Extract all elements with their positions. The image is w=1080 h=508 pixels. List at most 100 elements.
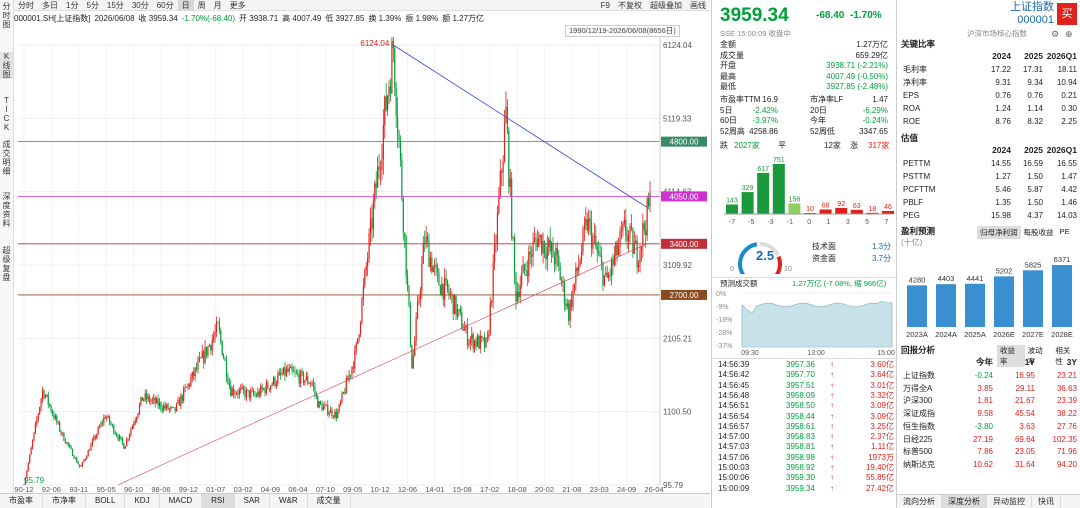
indicator-tab-6[interactable]: SAR [235, 494, 270, 508]
open-value: 开 3938.71 [239, 13, 279, 23]
candle-body [305, 376, 307, 381]
period-tab-7[interactable]: 日 [177, 0, 194, 11]
candle-body [138, 404, 141, 414]
period-tab-10[interactable]: 更多 [226, 0, 250, 11]
indicator-tab-5[interactable]: RSI [202, 494, 235, 508]
candle-body [203, 351, 205, 363]
candle-body [37, 413, 39, 420]
left-tab-3[interactable]: 成 交 明 细 [0, 140, 13, 176]
indicator-tab-4[interactable]: MACD [160, 494, 203, 508]
time-tick-label: 96-10 [124, 485, 143, 493]
candle-body [188, 384, 191, 387]
profit-tab-1[interactable]: 每股收益 [1021, 226, 1057, 239]
candle-body [543, 241, 546, 254]
candle-body [123, 443, 125, 449]
candle-body [501, 170, 503, 173]
period-tab-8[interactable]: 周 [194, 0, 210, 11]
profit-tab-2[interactable]: PE [1057, 226, 1073, 239]
candle-body [101, 422, 104, 424]
f9-button[interactable]: F9 [597, 1, 614, 10]
right-bottom-tab-2[interactable]: 异动监控 [987, 495, 1032, 508]
candle-body [533, 238, 536, 242]
fc-ytick: -9% [716, 304, 728, 311]
tick-price: 3957.36 [786, 360, 815, 369]
candle-body [475, 340, 477, 347]
left-tab-4[interactable]: 深 度 资 料 [0, 192, 13, 228]
quote-info-bar: 000001.SH[上证指数] 2026/06/08 收 3959.34 -1.… [14, 12, 710, 24]
level-label: 2700.00 [670, 291, 699, 300]
candle-body [191, 371, 193, 379]
buy-button[interactable]: 买 [1057, 3, 1077, 25]
time-tick-label: 23-03 [590, 485, 609, 493]
dist-bar-label: 63 [853, 203, 861, 210]
candle-body [57, 422, 59, 423]
period-tab-5[interactable]: 30分 [128, 0, 153, 11]
period-tab-0[interactable]: 分时 [14, 0, 38, 11]
date-range[interactable]: 1990/12/19-2026/06/08(8656日) [565, 25, 680, 37]
period-tab-9[interactable]: 月 [210, 0, 226, 11]
candle-body [599, 253, 601, 257]
candle-body [268, 388, 270, 390]
candle-body [476, 336, 479, 347]
period-tab-4[interactable]: 15分 [103, 0, 128, 11]
dist-bar-label: 46 [884, 204, 892, 211]
valuation-year: 2024 [992, 145, 1011, 155]
time-tick-label: 01-07 [206, 485, 225, 493]
indicator-tab-8[interactable]: 成交量 [308, 494, 351, 508]
breadth-flat: 12家 [824, 141, 841, 150]
stat2-value: 3347.65 [859, 126, 888, 136]
returns-title: 回报分析 [901, 345, 936, 355]
overlay-button[interactable]: 超级叠加 [646, 0, 686, 11]
candle-body [536, 239, 538, 248]
add-icon[interactable]: ⊕ [1065, 29, 1073, 40]
candle-body [41, 390, 44, 400]
period-tab-6[interactable]: 60分 [153, 0, 178, 11]
candle-body [516, 291, 518, 302]
profit-tab-0[interactable]: 归母净利润 [977, 226, 1021, 239]
right-bottom-tab-1[interactable]: 深度分析 [942, 495, 987, 508]
left-tab-2[interactable]: T I C K [0, 96, 13, 132]
left-tab-0[interactable]: 分 时 图 [0, 2, 13, 29]
period-tab-1[interactable]: 多日 [38, 0, 62, 11]
returns-tab-0[interactable]: 收益率 [997, 345, 1025, 367]
candle-body [252, 390, 255, 395]
indicator-tab-7[interactable]: W&R [270, 494, 308, 508]
tick-price: 3958.81 [786, 442, 815, 452]
draw-button[interactable]: 画线 [686, 0, 710, 11]
period-tab-2[interactable]: 1分 [62, 0, 82, 11]
resistance-trendline[interactable] [393, 44, 648, 208]
time-tick-label: 06-04 [288, 485, 307, 493]
settings-icon[interactable]: ⚙ [1051, 29, 1059, 40]
candle-body [402, 198, 404, 233]
kline-chart[interactable]: 6124.045119.334114.633109.922105.211100.… [14, 37, 710, 493]
adjust-button[interactable]: 不复权 [614, 0, 646, 11]
candle-body [414, 340, 416, 356]
candle-body [157, 398, 159, 406]
ratios-value: 1.14 [1027, 104, 1043, 113]
forecast-label: 预测成交额 [720, 279, 758, 288]
support-trendline[interactable] [117, 243, 647, 486]
left-tab-1[interactable]: K 线 图 [0, 52, 13, 79]
left-tab-5[interactable]: 超 级 复 盘 [0, 246, 13, 282]
indicator-tab-3[interactable]: KDJ [125, 494, 160, 508]
valuation-label: PBLF [903, 198, 924, 207]
indicator-tab-0[interactable]: 市盈率 [0, 494, 43, 508]
indicator-tab-2[interactable]: BOLL [86, 494, 126, 508]
time-tick-label: 98-06 [151, 485, 170, 493]
candle-body [86, 456, 88, 459]
indicator-tab-1[interactable]: 市净率 [43, 494, 86, 508]
candle-body [174, 407, 176, 411]
period-tab-3[interactable]: 5分 [82, 0, 102, 11]
stat-label: 最高 [720, 71, 736, 81]
candle-body [635, 240, 637, 243]
candle-body [324, 405, 326, 407]
right-bottom-tab-0[interactable]: 流向分析 [897, 495, 942, 508]
candle-body [46, 394, 48, 396]
candle-body [411, 345, 413, 369]
candle-body [556, 247, 558, 256]
candle-body [434, 264, 436, 267]
right-bottom-tab-3[interactable]: 快讯 [1032, 495, 1061, 508]
candle-body [464, 328, 466, 331]
candle-body [388, 86, 390, 97]
candle-body [608, 274, 610, 278]
